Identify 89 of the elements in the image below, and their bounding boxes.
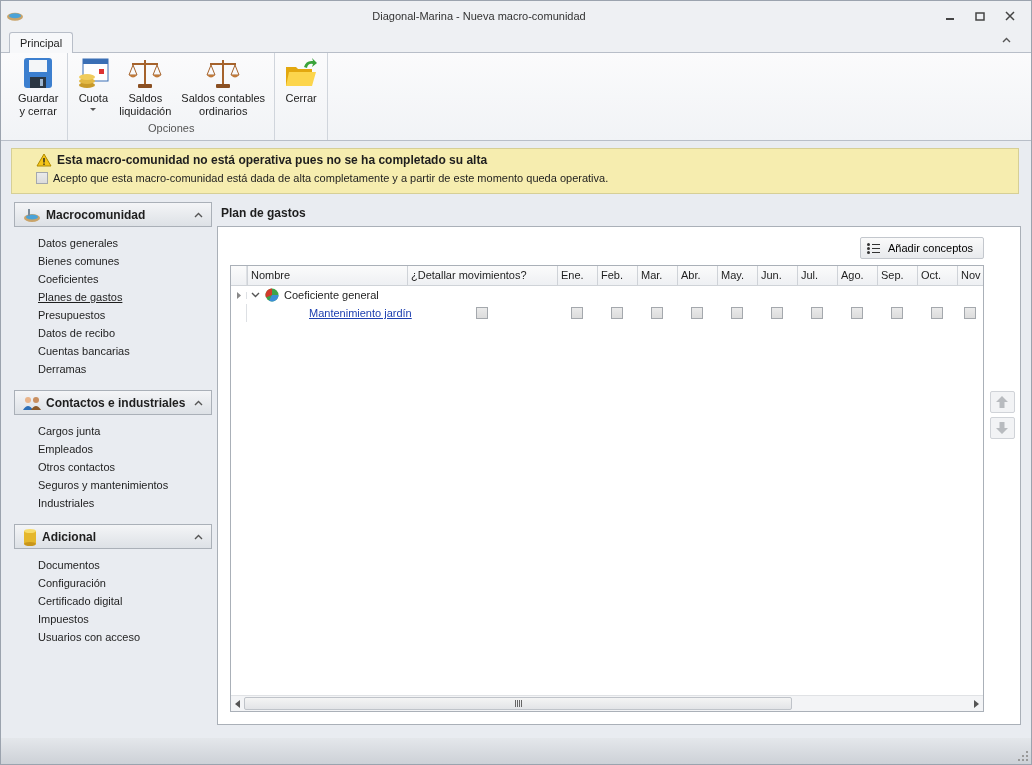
grip-icon bbox=[514, 700, 522, 707]
ribbon-tab[interactable]: Principal bbox=[9, 32, 74, 53]
collapse-icon[interactable] bbox=[194, 399, 203, 406]
scroll-right-icon[interactable] bbox=[974, 699, 979, 708]
accept-checkbox[interactable] bbox=[36, 172, 48, 184]
warning-icon bbox=[36, 153, 52, 167]
month-checkbox[interactable] bbox=[891, 307, 903, 319]
month-checkbox[interactable] bbox=[691, 307, 703, 319]
column-header[interactable]: Feb. bbox=[597, 266, 637, 285]
people-icon bbox=[23, 394, 41, 411]
nav-link[interactable]: Cuentas bancarias bbox=[38, 342, 212, 360]
section-header[interactable]: Macrocomunidad bbox=[14, 202, 212, 227]
nav-link[interactable]: Industriales bbox=[38, 494, 212, 512]
month-checkbox[interactable] bbox=[731, 307, 743, 319]
cylinder-icon bbox=[23, 527, 37, 546]
collapse-icon[interactable] bbox=[194, 211, 203, 218]
pie-chart-icon bbox=[265, 288, 279, 302]
scroll-left-icon[interactable] bbox=[235, 699, 240, 708]
nav-link[interactable]: Configuración bbox=[38, 574, 212, 592]
column-header[interactable]: Jul. bbox=[797, 266, 837, 285]
nav-link[interactable]: Cargos junta bbox=[38, 422, 212, 440]
ribbon-button[interactable]: Saldos liquidación bbox=[114, 53, 177, 122]
ribbon-button[interactable]: Cerrar bbox=[279, 53, 324, 122]
section-header[interactable]: Contactos e industriales bbox=[14, 390, 212, 415]
nav-link[interactable]: Otros contactos bbox=[38, 458, 212, 476]
month-checkbox[interactable] bbox=[651, 307, 663, 319]
column-header[interactable]: Ene. bbox=[557, 266, 597, 285]
move-down-button[interactable] bbox=[989, 416, 1015, 439]
nav-link[interactable]: Derramas bbox=[38, 360, 212, 378]
app-icon bbox=[7, 11, 23, 21]
column-header[interactable]: Nov bbox=[957, 266, 983, 285]
calendar-coins-icon bbox=[77, 57, 110, 89]
month-checkbox[interactable] bbox=[771, 307, 783, 319]
nav-link[interactable]: Presupuestos bbox=[38, 306, 212, 324]
expand-icon[interactable] bbox=[251, 292, 260, 298]
nav-link[interactable]: Coeficientes bbox=[38, 270, 212, 288]
column-header[interactable]: Nombre bbox=[247, 266, 407, 285]
accept-label: Acepto que esta macro-comunidad está dada de alta completamente y a partir de este momento queda operativa. bbox=[53, 172, 609, 184]
group-label: Opciones bbox=[148, 122, 195, 136]
folder-arrow-icon bbox=[284, 57, 319, 89]
month-checkbox[interactable] bbox=[811, 307, 823, 319]
move-up-button[interactable] bbox=[989, 390, 1015, 413]
ribbon-button[interactable]: Guardar y cerrar bbox=[13, 53, 64, 122]
scales-icon bbox=[128, 57, 163, 89]
warning-title: Esta macro-comunidad no está operativa pues no se ha completado su alta bbox=[57, 153, 488, 167]
nav-link[interactable]: Empleados bbox=[38, 440, 212, 458]
month-checkbox[interactable] bbox=[611, 307, 623, 319]
nav-link[interactable]: Datos generales bbox=[38, 234, 212, 252]
nav-link[interactable]: Documentos bbox=[38, 556, 212, 574]
resize-grip-icon[interactable] bbox=[1018, 751, 1028, 761]
column-header[interactable]: May. bbox=[717, 266, 757, 285]
scales-icon bbox=[206, 57, 241, 89]
group-label: Coeficiente general bbox=[284, 289, 379, 301]
up-arrow-icon bbox=[996, 395, 1008, 408]
column-header[interactable]: Sep. bbox=[877, 266, 917, 285]
month-checkbox[interactable] bbox=[964, 307, 976, 319]
close-icon[interactable] bbox=[1005, 11, 1015, 21]
month-checkbox[interactable] bbox=[851, 307, 863, 319]
nav-link[interactable]: Certificado digital bbox=[38, 592, 212, 610]
month-checkbox[interactable] bbox=[571, 307, 583, 319]
column-header[interactable]: Jun. bbox=[757, 266, 797, 285]
row-indicator-icon bbox=[236, 291, 241, 299]
nav-link[interactable]: Bienes comunes bbox=[38, 252, 212, 270]
month-checkbox[interactable] bbox=[931, 307, 943, 319]
window-title: Diagonal-Marina - Nueva macro-comunidad bbox=[371, 10, 587, 22]
nav-link[interactable]: Planes de gastos bbox=[38, 288, 212, 306]
nav-link[interactable]: Datos de recibo bbox=[38, 324, 212, 342]
section-header[interactable]: Adicional bbox=[14, 524, 212, 549]
nav-link[interactable]: Impuestos bbox=[38, 610, 212, 628]
column-header[interactable]: ¿Detallar movimientos? bbox=[407, 266, 557, 285]
restore-icon[interactable] bbox=[975, 11, 985, 21]
collapse-icon[interactable] bbox=[194, 533, 203, 540]
column-header[interactable]: Ago. bbox=[837, 266, 877, 285]
down-arrow-icon bbox=[996, 421, 1008, 434]
horizontal-scrollbar[interactable] bbox=[231, 695, 983, 711]
collapse-icon[interactable] bbox=[1002, 37, 1011, 43]
ribbon-button[interactable]: Cuota bbox=[72, 53, 115, 122]
column-header[interactable]: Abr. bbox=[677, 266, 717, 285]
column-header[interactable]: Mar. bbox=[637, 266, 677, 285]
nav-link[interactable]: Usuarios con acceso bbox=[38, 628, 212, 646]
nav-link[interactable]: Seguros y mantenimientos bbox=[38, 476, 212, 494]
concept-link[interactable]: Mantenimiento jardín bbox=[309, 307, 412, 319]
add-concepts-button[interactable]: Añadir conceptos bbox=[860, 237, 984, 259]
column-header[interactable]: Oct. bbox=[917, 266, 957, 285]
section-title: Plan de gastos bbox=[220, 205, 307, 222]
ribbon-button[interactable]: Saldos contables ordinarios bbox=[176, 53, 271, 122]
pool-icon bbox=[23, 206, 41, 223]
list-icon bbox=[867, 242, 880, 254]
detail-checkbox[interactable] bbox=[476, 307, 488, 319]
